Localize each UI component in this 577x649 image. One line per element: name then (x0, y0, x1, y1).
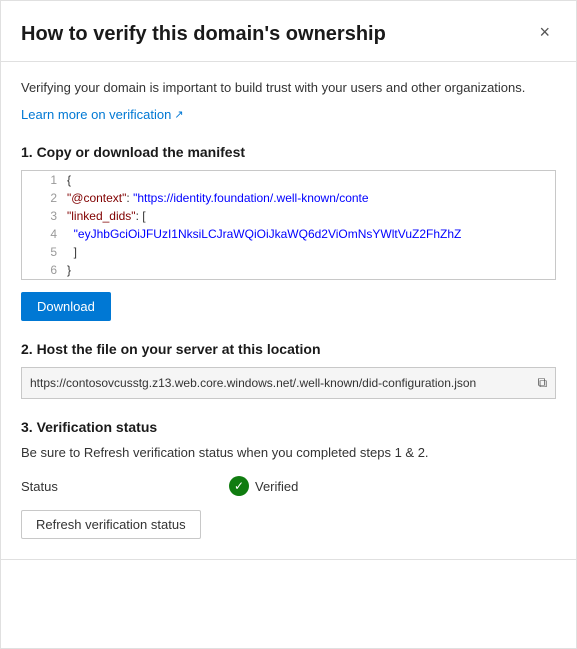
code-line-3: 3 "linked_dids": [ (22, 207, 555, 225)
copy-icon: ⧉ (537, 375, 547, 391)
verified-icon: ✓ (229, 476, 249, 496)
line-num-4: 4 (22, 225, 67, 243)
code-line-4: 4 "eyJhbGciOiJFUzI1NksiLCJraWQiOiJkaWQ6d… (22, 225, 555, 243)
close-button[interactable]: × (533, 21, 556, 43)
line-content-4: "eyJhbGciOiJFUzI1NksiLCJraWQiOiJkaWQ6d2V… (67, 225, 461, 243)
line-content-3: "linked_dids": [ (67, 207, 146, 225)
code-block: 1 { 2 "@context": "https://identity.foun… (21, 170, 556, 280)
code-line-5: 5 ] (22, 243, 555, 261)
line-num-1: 1 (22, 171, 67, 189)
line-content-1: { (67, 171, 71, 189)
panel-header: How to verify this domain's ownership × (21, 21, 556, 47)
line-num-6: 6 (22, 261, 67, 279)
line-num-3: 3 (22, 207, 67, 225)
code-line-1: 1 { (22, 171, 555, 189)
header-divider (1, 61, 576, 62)
bottom-divider (1, 559, 576, 560)
download-button[interactable]: Download (21, 292, 111, 321)
copy-url-button[interactable]: ⧉ (529, 369, 555, 397)
refresh-verification-button[interactable]: Refresh verification status (21, 510, 201, 539)
learn-more-link[interactable]: Learn more on verification ↗ (21, 107, 184, 122)
line-num-5: 5 (22, 243, 67, 261)
panel: How to verify this domain's ownership × … (0, 0, 577, 649)
panel-title: How to verify this domain's ownership (21, 21, 533, 47)
status-row: Status ✓ Verified (21, 476, 556, 496)
line-content-6: } (67, 261, 71, 279)
code-line-6: 6 } (22, 261, 555, 279)
line-num-2: 2 (22, 189, 67, 207)
line-content-2: "@context": "https://identity.foundation… (67, 189, 369, 207)
intro-text: Verifying your domain is important to bu… (21, 78, 556, 98)
verification-note: Be sure to Refresh verification status w… (21, 443, 556, 463)
step3-title: 3. Verification status (21, 419, 556, 435)
external-link-icon: ↗ (174, 108, 183, 121)
host-location-field: ⧉ (21, 367, 556, 399)
line-content-5: ] (67, 243, 77, 261)
step1-title: 1. Copy or download the manifest (21, 144, 556, 160)
host-url-input[interactable] (22, 368, 529, 398)
status-label: Status (21, 479, 81, 494)
verified-text: Verified (255, 479, 298, 494)
learn-more-label: Learn more on verification (21, 107, 171, 122)
step2-title: 2. Host the file on your server at this … (21, 341, 556, 357)
verified-status-wrap: ✓ Verified (229, 476, 298, 496)
code-line-2: 2 "@context": "https://identity.foundati… (22, 189, 555, 207)
checkmark-icon: ✓ (234, 479, 244, 493)
code-scroll-area[interactable]: 1 { 2 "@context": "https://identity.foun… (22, 171, 555, 279)
